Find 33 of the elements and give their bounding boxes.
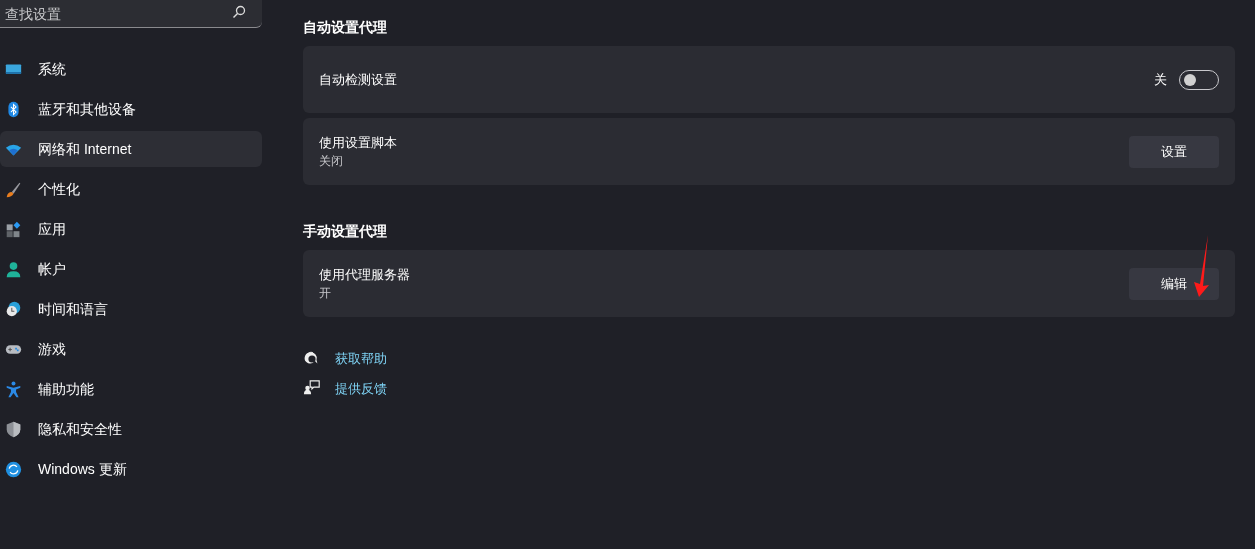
apps-icon — [5, 220, 22, 238]
search-field[interactable]: 查找设置 — [0, 0, 262, 28]
help-link[interactable]: 提供反馈 — [335, 378, 387, 398]
setting-label: 使用代理服务器 — [319, 265, 410, 284]
toggle-state: 关 — [1154, 70, 1167, 89]
sidebar-item[interactable]: 应用 — [0, 211, 262, 247]
sidebar-item[interactable]: 隐私和安全性 — [0, 411, 262, 447]
action-button[interactable]: 编辑 — [1129, 267, 1219, 300]
setting-status: 关闭 — [319, 153, 343, 171]
bluetooth-icon — [5, 100, 22, 118]
search-icon — [232, 5, 246, 19]
sidebar-item[interactable]: 辅助功能 — [0, 371, 262, 407]
brush-icon — [5, 180, 22, 198]
sidebar-item[interactable]: Windows 更新 — [0, 451, 262, 487]
sidebar-item[interactable]: 系统 — [0, 51, 262, 87]
sidebar-item[interactable]: 网络和 Internet — [0, 131, 262, 167]
clock-icon — [5, 300, 22, 318]
setting-label: 使用设置脚本 — [319, 133, 397, 152]
help-link[interactable]: 获取帮助 — [335, 349, 387, 369]
section-title: 自动设置代理 — [303, 18, 387, 37]
section-title: 手动设置代理 — [303, 222, 387, 241]
sidebar-item[interactable]: 蓝牙和其他设备 — [0, 91, 262, 127]
sidebar-item[interactable]: 时间和语言 — [0, 291, 262, 327]
person-icon — [5, 260, 22, 278]
shield-icon — [5, 420, 22, 438]
sidebar-item[interactable]: 游戏 — [0, 331, 262, 367]
refresh-icon — [5, 460, 22, 478]
action-button[interactable]: 设置 — [1129, 135, 1219, 168]
sidebar-item[interactable]: 个性化 — [0, 171, 262, 207]
setting-label: 自动检测设置 — [319, 70, 397, 89]
sidebar-item[interactable]: 帐户 — [0, 251, 262, 287]
accessibility-icon — [5, 380, 22, 398]
setting-status: 开 — [319, 285, 331, 303]
